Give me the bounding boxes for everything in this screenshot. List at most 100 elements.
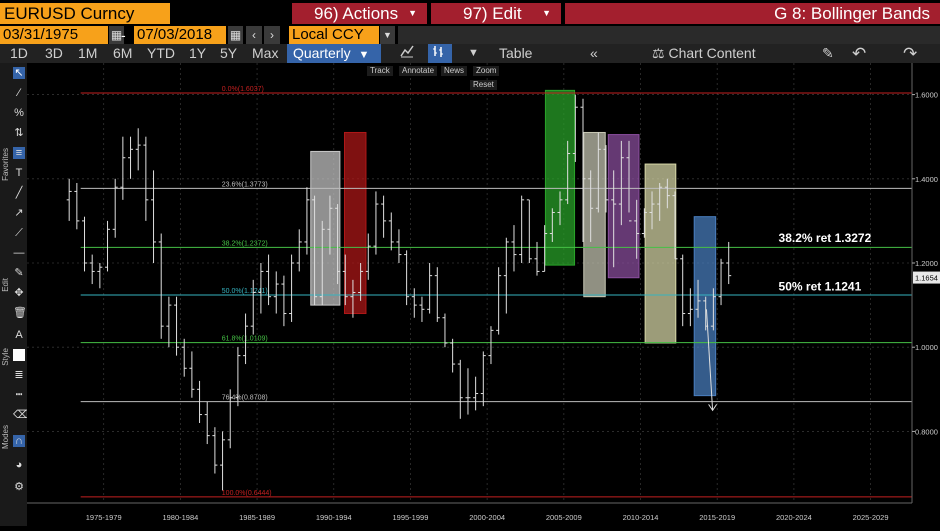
modes-section-label: Modes bbox=[1, 425, 10, 450]
calendar-icon[interactable]: ▦ bbox=[228, 26, 243, 44]
actions-menu-button[interactable]: 96) Actions ▼ bbox=[292, 3, 427, 24]
text-style-icon[interactable]: A bbox=[13, 329, 25, 341]
move-icon[interactable]: ✥ bbox=[13, 287, 25, 299]
fib-level-label: 76.4%(0.8708) bbox=[222, 395, 268, 402]
highlight-box bbox=[583, 131, 606, 298]
zoom-label: Zoom bbox=[476, 66, 497, 75]
y-axis-tick-label: 1.0000 bbox=[915, 343, 938, 352]
palette-icon[interactable]: ◕ bbox=[13, 459, 25, 471]
period-1y-button[interactable]: 1Y bbox=[189, 44, 206, 63]
edit-chart-icon[interactable]: ✎ bbox=[822, 44, 834, 63]
settings-gear-icon[interactable]: ⚙ bbox=[13, 481, 25, 493]
period-3d-button[interactable]: 3D bbox=[45, 44, 63, 63]
x-axis-tick-label: 2020-2024 bbox=[776, 513, 812, 522]
period-max-button[interactable]: Max bbox=[252, 44, 278, 63]
edit-label: 97) Edit bbox=[463, 4, 522, 23]
fib-level-label: 38.2%(1.2372) bbox=[222, 240, 268, 247]
annotate-label: Annotate bbox=[402, 66, 435, 75]
bar-chart-icon[interactable] bbox=[428, 44, 452, 63]
horizontal-line-icon[interactable]: — bbox=[13, 247, 25, 259]
caret-down-icon[interactable]: ▼ bbox=[380, 26, 395, 44]
x-axis-tick-label: 1985-1989 bbox=[239, 513, 275, 522]
previous-period-button[interactable]: ‹ bbox=[246, 26, 262, 44]
line-chart-icon[interactable] bbox=[400, 44, 414, 63]
frequency-select[interactable]: Quarterly ▼ bbox=[287, 44, 381, 63]
undo-icon[interactable]: ↶ bbox=[852, 44, 866, 63]
date-range-bar: 03/31/1975 ▦ - 07/03/2018 ▦ ‹ › Local CC… bbox=[0, 25, 940, 44]
annotate-button[interactable]: Annotate bbox=[399, 66, 438, 76]
highlight-box bbox=[310, 150, 341, 306]
period-1d-button[interactable]: 1D bbox=[10, 44, 28, 63]
pencil-icon[interactable]: ✎ bbox=[13, 267, 25, 279]
highlight-box bbox=[544, 89, 576, 266]
x-axis-tick-label: 1990-1994 bbox=[316, 513, 352, 522]
y-axis-tick-label: 1.4000 bbox=[915, 175, 938, 184]
track-label: Track bbox=[370, 66, 390, 75]
highlight-box bbox=[343, 131, 367, 315]
chart-content-label: Chart Content bbox=[668, 45, 756, 61]
x-axis-tick-label: 1980-1984 bbox=[162, 513, 198, 522]
period-1m-button[interactable]: 1M bbox=[78, 44, 97, 63]
magnet-icon[interactable]: ∩ bbox=[13, 435, 25, 447]
header-bar: EURUSD Curncy 96) Actions ▼ 97) Edit ▼ G… bbox=[0, 0, 940, 25]
edit-menu-button[interactable]: 97) Edit ▼ bbox=[431, 3, 561, 24]
date-bar-spacer bbox=[398, 26, 940, 44]
fib-level-label: 0.0%(1.6037) bbox=[222, 86, 264, 93]
text-tool-icon[interactable]: T bbox=[13, 167, 25, 179]
chart-toolbar: 1D 3D 1M 6M YTD 1Y 5Y Max Quarterly ▼ ▼ … bbox=[0, 44, 940, 63]
fib-level-label: 61.8%(1.0109) bbox=[222, 336, 268, 343]
y-axis-tick-label: 1.2000 bbox=[915, 259, 938, 268]
highlight-box bbox=[607, 134, 640, 279]
trash-icon[interactable]: 🗑 bbox=[13, 307, 27, 319]
fib-level-label: 100.0%(0.6444) bbox=[222, 490, 272, 497]
reset-button[interactable]: Reset bbox=[470, 80, 497, 90]
frequency-label: Quarterly bbox=[293, 45, 351, 61]
highlight-box bbox=[644, 163, 677, 344]
line-style-icon[interactable]: ┅ bbox=[13, 389, 25, 401]
x-axis-tick-label: 2005-2009 bbox=[546, 513, 582, 522]
arrow-tool-icon[interactable]: ↗ bbox=[13, 207, 25, 219]
drawing-tools-sidebar: Favorites Edit Style Modes ↖ ∕ % ⇅ ≡ T ╱… bbox=[0, 63, 29, 526]
redo-icon[interactable]: ↷ bbox=[903, 44, 917, 63]
favorites-section-label: Favorites bbox=[1, 148, 10, 181]
retracement-annotation: 38.2% ret 1.3272 bbox=[779, 231, 872, 245]
caret-down-icon: ▼ bbox=[358, 49, 370, 61]
x-axis-tick-label: 2015-2019 bbox=[699, 513, 735, 522]
start-date-input[interactable]: 03/31/1975 bbox=[0, 26, 108, 44]
y-axis-tick-label: 1.6000 bbox=[915, 91, 938, 100]
pointer-icon[interactable]: ↖ bbox=[13, 67, 25, 79]
track-button[interactable]: Track bbox=[367, 66, 393, 76]
table-button[interactable]: Table bbox=[499, 44, 532, 63]
color-swatch-icon[interactable] bbox=[13, 349, 25, 361]
retracement-annotation: 50% ret 1.1241 bbox=[779, 279, 862, 293]
end-date-input[interactable]: 07/03/2018 bbox=[134, 26, 226, 44]
ticker-field[interactable]: EURUSD Curncy bbox=[0, 3, 170, 24]
chart-content-button[interactable]: ⚖ Chart Content bbox=[652, 44, 756, 63]
currency-select[interactable]: Local CCY bbox=[289, 26, 379, 44]
period-6m-button[interactable]: 6M bbox=[113, 44, 132, 63]
chart-type-caret-icon[interactable]: ▼ bbox=[468, 44, 479, 63]
zoom-button[interactable]: Zoom bbox=[473, 66, 500, 76]
period-ytd-button[interactable]: YTD bbox=[147, 44, 175, 63]
style-section-label: Style bbox=[1, 348, 10, 366]
fibonacci-icon[interactable]: ⇅ bbox=[13, 127, 25, 139]
actions-label: 96) Actions bbox=[314, 4, 399, 23]
trend-line-icon[interactable]: ∕ bbox=[13, 87, 25, 99]
next-period-button[interactable]: › bbox=[264, 26, 280, 44]
eraser-icon[interactable]: ⌫ bbox=[13, 409, 29, 421]
reset-label: Reset bbox=[473, 80, 494, 89]
news-button[interactable]: News bbox=[441, 66, 468, 76]
channel-tool-icon[interactable]: ╱ bbox=[13, 187, 25, 199]
collapse-icon[interactable]: « bbox=[590, 44, 598, 63]
x-axis-tick-label: 2025-2029 bbox=[853, 513, 889, 522]
chart-area[interactable]: 0.0%(1.6037) 23.6%(1.3773) 38.2%(1.2372) 50… bbox=[27, 63, 940, 526]
function-title: G 8: Bollinger Bands bbox=[565, 3, 940, 24]
price-chart[interactable]: 0.0%(1.6037) 23.6%(1.3773) 38.2%(1.2372) 50… bbox=[27, 63, 940, 526]
x-axis-tick-label: 1995-1999 bbox=[393, 513, 429, 522]
period-5y-button[interactable]: 5Y bbox=[220, 44, 237, 63]
line-weight-icon[interactable]: ≣ bbox=[13, 369, 25, 381]
fib-retracement-icon[interactable]: ≡ bbox=[13, 147, 25, 159]
edit-section-label: Edit bbox=[1, 278, 10, 292]
percent-tool-icon[interactable]: % bbox=[13, 107, 25, 119]
ray-tool-icon[interactable]: ⟋ bbox=[13, 227, 25, 239]
